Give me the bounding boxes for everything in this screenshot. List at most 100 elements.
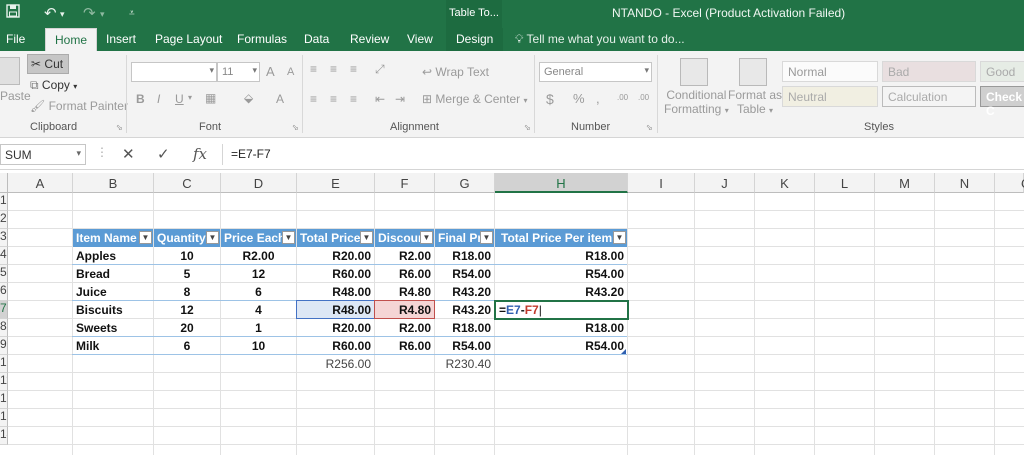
format-as-table-button[interactable]: Format as Table ▾ bbox=[728, 88, 782, 118]
col-header-F[interactable]: F bbox=[375, 173, 435, 193]
row-header-10[interactable]: 10 bbox=[0, 355, 8, 373]
filter-dropdown-icon[interactable]: ▼ bbox=[139, 231, 152, 244]
align-right-icon[interactable]: ≡ bbox=[350, 92, 357, 106]
cut-button[interactable]: ✂ Cut bbox=[27, 54, 69, 74]
filter-dropdown-icon[interactable]: ▼ bbox=[360, 231, 373, 244]
filter-dropdown-icon[interactable]: ▼ bbox=[282, 231, 295, 244]
col-header-A[interactable]: A bbox=[8, 173, 73, 193]
col-header-M[interactable]: M bbox=[875, 173, 935, 193]
cell-discount[interactable]: R4.80 bbox=[375, 283, 434, 301]
cell-item-name[interactable]: Bread bbox=[73, 265, 153, 283]
clipboard-launcher-icon[interactable]: ⬂ bbox=[116, 123, 123, 132]
orientation-icon[interactable]: ⤢ bbox=[375, 62, 385, 77]
row-header-11[interactable]: 11 bbox=[0, 373, 8, 391]
row-header-14[interactable]: 14 bbox=[0, 427, 8, 445]
col-header-E[interactable]: E bbox=[297, 173, 375, 193]
paste-icon[interactable] bbox=[0, 57, 20, 85]
cell-item-name[interactable]: Sweets bbox=[73, 319, 153, 337]
col-header-N[interactable]: N bbox=[935, 173, 995, 193]
style-good[interactable]: Good bbox=[980, 61, 1024, 82]
format-painter-button[interactable]: 🖌︎ Format Painter bbox=[30, 99, 128, 113]
tab-home[interactable]: Home bbox=[45, 28, 98, 52]
row-header-9[interactable]: 9 bbox=[0, 337, 8, 355]
tab-data[interactable]: Data bbox=[304, 32, 329, 46]
select-all-corner[interactable] bbox=[0, 173, 8, 193]
cell-sum-total-price[interactable]: R256.00 bbox=[297, 355, 374, 373]
col-header-D[interactable]: D bbox=[221, 173, 297, 193]
top-align-icon[interactable]: ≡ bbox=[310, 62, 317, 76]
cell-quantity[interactable]: 12 bbox=[154, 301, 220, 319]
decrease-indent-icon[interactable]: ⇤ bbox=[375, 92, 385, 106]
cell-quantity[interactable]: 8 bbox=[154, 283, 220, 301]
cell-quantity[interactable]: 6 bbox=[154, 337, 220, 355]
cell-total-per-item[interactable]: R18.00 bbox=[495, 247, 627, 265]
col-header-J[interactable]: J bbox=[695, 173, 755, 193]
style-neutral[interactable]: Neutral bbox=[782, 86, 878, 107]
italic-button[interactable]: I bbox=[157, 92, 160, 106]
cell-total-per-item[interactable]: R54.00 bbox=[495, 265, 627, 283]
undo-dropdown-icon[interactable]: ▾ bbox=[60, 9, 65, 20]
col-header-C[interactable]: C bbox=[154, 173, 221, 193]
cell-sum-final-price[interactable]: R230.40 bbox=[435, 355, 494, 373]
worksheet-grid[interactable]: A B C D E F G H I J K L M N O 1 2 3 4 5 … bbox=[0, 173, 1024, 455]
row-header-3[interactable]: 3 bbox=[0, 229, 8, 247]
percent-button[interactable]: % bbox=[573, 91, 585, 106]
enter-entry-button[interactable]: ✓ bbox=[157, 145, 170, 163]
row-header-1[interactable]: 1 bbox=[0, 193, 8, 211]
tab-page-layout[interactable]: Page Layout bbox=[155, 32, 222, 46]
align-left-icon[interactable]: ≡ bbox=[310, 92, 317, 106]
row-header-4[interactable]: 4 bbox=[0, 247, 8, 265]
font-size-combo[interactable]: 11 ▾ bbox=[217, 62, 260, 82]
tab-formulas[interactable]: Formulas bbox=[237, 32, 287, 46]
insert-function-button[interactable]: fx bbox=[193, 145, 207, 163]
redo-dropdown-icon[interactable]: ▾ bbox=[100, 9, 105, 20]
cell-total-price[interactable]: R60.00 bbox=[297, 265, 374, 283]
cell-price-each[interactable]: 10 bbox=[221, 337, 296, 355]
cell-final-price[interactable]: R18.00 bbox=[435, 319, 494, 337]
table-resize-handle[interactable] bbox=[621, 349, 626, 354]
style-calculation[interactable]: Calculation bbox=[882, 86, 976, 107]
style-check-cell[interactable]: Check C bbox=[980, 86, 1024, 118]
cell-editing-formula[interactable]: =E7-F7| bbox=[496, 301, 626, 319]
row-header-5[interactable]: 5 bbox=[0, 265, 8, 283]
undo-icon[interactable]: ↶ bbox=[44, 4, 57, 22]
filter-dropdown-icon[interactable]: ▼ bbox=[480, 231, 493, 244]
filter-dropdown-icon[interactable]: ▼ bbox=[420, 231, 433, 244]
style-bad[interactable]: Bad bbox=[882, 61, 976, 82]
cell-item-name[interactable]: Juice bbox=[73, 283, 153, 301]
paste-button[interactable]: Paste bbox=[0, 89, 31, 103]
cell-quantity[interactable]: 5 bbox=[154, 265, 220, 283]
cell-final-price[interactable]: R54.00 bbox=[435, 337, 494, 355]
cell-total-price[interactable]: R48.00 bbox=[297, 283, 374, 301]
font-name-combo[interactable]: ▾ bbox=[131, 62, 217, 82]
col-header-O[interactable]: O bbox=[995, 173, 1024, 193]
comma-button[interactable]: , bbox=[596, 91, 600, 106]
cell-final-price[interactable]: R43.20 bbox=[435, 301, 494, 319]
cell-discount[interactable]: R4.80 bbox=[375, 301, 434, 319]
tab-design[interactable]: Design bbox=[446, 28, 504, 51]
wrap-text-button[interactable]: ↩ Wrap Text bbox=[422, 65, 489, 79]
col-header-B[interactable]: B bbox=[73, 173, 154, 193]
tab-review[interactable]: Review bbox=[350, 32, 389, 46]
col-header-I[interactable]: I bbox=[628, 173, 695, 193]
alignment-launcher-icon[interactable]: ⬂ bbox=[524, 123, 531, 132]
cell-final-price[interactable]: R18.00 bbox=[435, 247, 494, 265]
style-normal[interactable]: Normal bbox=[782, 61, 878, 82]
redo-icon[interactable]: ↷ bbox=[83, 4, 96, 22]
bold-button[interactable]: B bbox=[136, 92, 145, 106]
tell-me-search[interactable]: 💡︎ Tell me what you want to do... bbox=[515, 32, 685, 47]
align-center-icon[interactable]: ≡ bbox=[330, 92, 337, 106]
save-icon[interactable] bbox=[6, 4, 20, 22]
copy-button[interactable]: ⧉ Copy ▾ bbox=[30, 78, 77, 93]
row-header-2[interactable]: 2 bbox=[0, 211, 8, 229]
row-header-12[interactable]: 12 bbox=[0, 391, 8, 409]
cell-discount[interactable]: R6.00 bbox=[375, 337, 434, 355]
cell-total-price[interactable]: R60.00 bbox=[297, 337, 374, 355]
cell-total-price[interactable]: R20.00 bbox=[297, 319, 374, 337]
tab-view[interactable]: View bbox=[407, 32, 433, 46]
underline-button[interactable]: U bbox=[175, 92, 184, 106]
cell-price-each[interactable]: 4 bbox=[221, 301, 296, 319]
borders-icon[interactable]: ▦ bbox=[205, 91, 216, 105]
merge-center-button[interactable]: ⊞ Merge & Center ▾ bbox=[422, 92, 527, 106]
tab-file[interactable]: File bbox=[6, 32, 25, 46]
